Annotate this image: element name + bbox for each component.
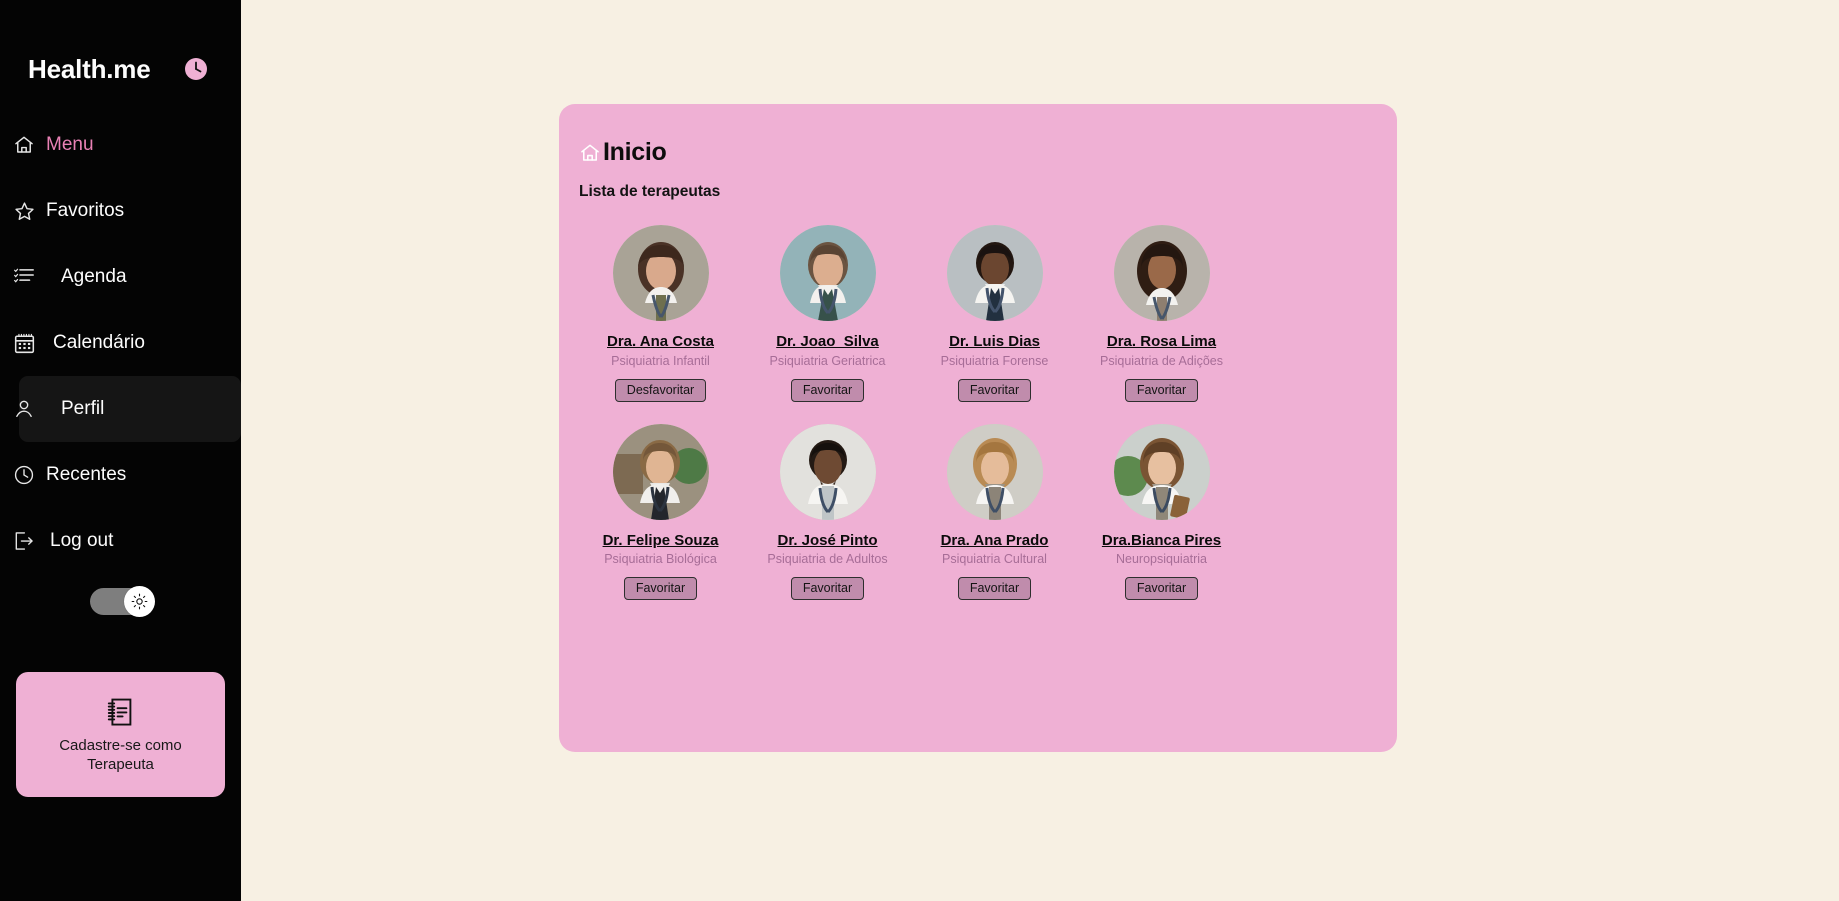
therapist-name[interactable]: Dr. Felipe Souza [603, 532, 719, 550]
theme-toggle-wrap [0, 586, 241, 617]
sidebar-item-label: Recentes [46, 464, 127, 485]
therapist-name[interactable]: Dr. Luis Dias [949, 333, 1040, 351]
therapist-name[interactable]: Dr. José Pinto [777, 532, 877, 550]
sidebar-item-calendario[interactable]: Calendário [0, 310, 241, 376]
therapist-card: Dr. Luis Dias Psiquiatria Forense Favori… [911, 225, 1078, 402]
favorite-toggle-button[interactable]: Favoritar [957, 378, 1032, 402]
brand-title: Health.me [28, 53, 151, 84]
app-root: Health.me Menu Favoritos Agenda Calendár… [0, 0, 1839, 901]
favorite-toggle-button[interactable]: Favoritar [1124, 577, 1199, 600]
therapist-name[interactable]: Dra. Ana Costa [607, 333, 714, 351]
avatar[interactable] [779, 225, 876, 321]
therapist-panel: Inicio Lista de terapeutas Dra. Ana Cost… [559, 104, 1397, 752]
panel-subtitle: Lista de terapeutas [579, 183, 721, 200]
sidebar-item-favoritos[interactable]: Favoritos [0, 178, 241, 244]
sidebar-item-logout[interactable]: Log out [0, 508, 241, 574]
therapist-specialty: Psiquiatria Forense [940, 353, 1049, 368]
favorite-toggle-button[interactable]: Favoritar [1124, 378, 1199, 402]
therapist-specialty: Psiquiatria Cultural [942, 552, 1047, 566]
sidebar-item-label: Favoritos [46, 200, 125, 221]
list-icon [12, 265, 36, 289]
avatar[interactable] [1113, 225, 1210, 321]
register-card-label: Cadastre-se como Terapeuta [59, 736, 182, 773]
therapist-card: Dra.Bianca Pires Neuropsiquiatria Favori… [1078, 423, 1245, 600]
clock-icon [12, 463, 36, 487]
therapist-specialty: Psiquiatria de Adultos [767, 552, 888, 566]
sidebar-item-label: Log out [50, 530, 114, 551]
favorite-toggle-button[interactable]: Favoritar [790, 378, 865, 402]
brand: Health.me [0, 0, 241, 94]
logout-icon [12, 529, 36, 553]
user-icon [12, 397, 36, 421]
therapist-specialty: Psiquiatria Infantil [611, 353, 710, 368]
favorite-toggle-button[interactable]: Favoritar [790, 577, 865, 600]
therapist-card: Dr. José Pinto Psiquiatria de Adultos Fa… [744, 423, 911, 600]
sidebar-item-label: Perfil [61, 398, 105, 419]
avatar[interactable] [612, 225, 709, 321]
therapist-card: Dra. Ana Costa Psiquiatria Infantil Desf… [577, 225, 744, 402]
therapist-grid: Dra. Ana Costa Psiquiatria Infantil Desf… [559, 201, 1397, 622]
therapist-card: Dr. Joao_Silva Psiquiatria Geriatrica Fa… [744, 225, 911, 402]
sidebar-item-agenda[interactable]: Agenda [0, 244, 241, 310]
page-title: Inicio [603, 138, 667, 166]
calendar-icon [12, 331, 36, 355]
sun-icon [123, 586, 155, 617]
star-icon [12, 199, 36, 223]
therapist-name[interactable]: Dra. Ana Prado [941, 532, 1049, 550]
sidebar-nav: Menu Favoritos Agenda Calendário Perfil … [0, 112, 241, 617]
therapist-specialty: Neuropsiquiatria [1115, 552, 1208, 566]
avatar[interactable] [946, 225, 1043, 321]
favorite-toggle-button[interactable]: Favoritar [623, 577, 698, 600]
therapist-name[interactable]: Dra. Rosa Lima [1107, 333, 1216, 351]
favorite-toggle-button[interactable]: Favoritar [957, 577, 1032, 600]
sidebar-item-label: Calendário [53, 332, 145, 353]
sidebar: Health.me Menu Favoritos Agenda Calendár… [0, 0, 241, 901]
sidebar-item-perfil[interactable]: Perfil [16, 376, 241, 442]
notebook-icon [104, 695, 138, 729]
avatar[interactable] [779, 423, 876, 520]
therapist-card: Dra. Ana Prado Psiquiatria Cultural Favo… [911, 423, 1078, 600]
therapist-specialty: Psiquiatria Biológica [604, 552, 717, 566]
therapist-specialty: Psiquiatria Geriatrica [769, 353, 886, 368]
therapist-name[interactable]: Dra.Bianca Pires [1102, 532, 1221, 550]
home-icon [12, 133, 36, 157]
main-content: Inicio Lista de terapeutas Dra. Ana Cost… [241, 0, 1839, 901]
sidebar-item-menu[interactable]: Menu [0, 112, 241, 178]
avatar[interactable] [612, 423, 709, 520]
favorite-toggle-button[interactable]: Desfavoritar [614, 378, 707, 402]
sidebar-item-recentes[interactable]: Recentes [0, 442, 241, 508]
theme-toggle[interactable] [89, 586, 155, 617]
home-icon [579, 142, 601, 164]
avatar[interactable] [1113, 423, 1210, 520]
therapist-name[interactable]: Dr. Joao_Silva [776, 333, 879, 351]
avatar[interactable] [946, 423, 1043, 520]
panel-header: Inicio [559, 104, 1397, 167]
sidebar-item-label: Menu [46, 134, 94, 155]
therapist-card: Dra. Rosa Lima Psiquiatria de Adições Fa… [1078, 225, 1245, 402]
therapist-card: Dr. Felipe Souza Psiquiatria Biológica F… [577, 423, 744, 600]
clock-icon [184, 57, 208, 81]
therapist-specialty: Psiquiatria de Adições [1100, 353, 1223, 368]
sidebar-item-label: Agenda [61, 266, 127, 287]
register-as-therapist-card[interactable]: Cadastre-se como Terapeuta [16, 672, 225, 797]
